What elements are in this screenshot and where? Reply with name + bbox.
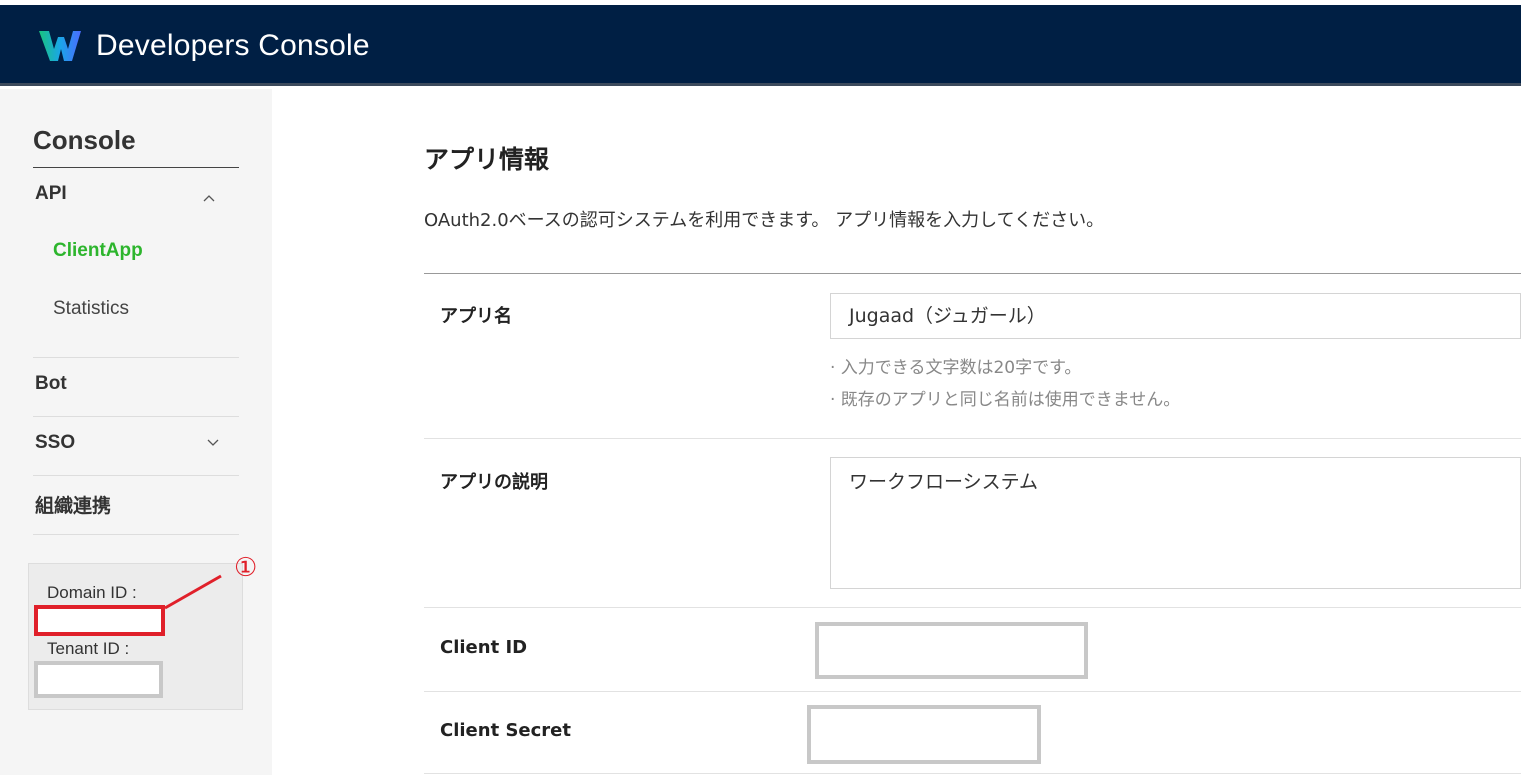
row-divider [424,438,1521,439]
w-logo-icon[interactable] [37,29,83,63]
sidebar-title-divider [33,167,239,168]
row-divider [424,691,1521,692]
app-name-hint-length: · 入力できる文字数は20字です。 [830,358,1082,378]
row-divider [424,773,1521,774]
section-divider [424,273,1521,274]
domain-id-value-redacted [34,605,165,636]
sidebar-item-sso[interactable]: SSO [35,432,75,454]
row-divider [424,607,1521,608]
tenant-id-label: Tenant ID : [47,639,130,658]
app-description-textarea[interactable]: ワークフローシステム [830,457,1521,589]
sidebar-divider [33,357,239,358]
client-id-label: Client ID [440,637,528,658]
sidebar-item-org[interactable]: 組織連携 [35,491,111,518]
app-name-label: アプリ名 [440,306,512,327]
sidebar-divider [33,416,239,417]
sidebar-item-bot[interactable]: Bot [35,373,67,395]
client-secret-label: Client Secret [440,720,571,741]
ids-panel: Domain ID : Tenant ID : [28,563,243,710]
sidebar-divider [33,475,239,476]
app-title: Developers Console [96,29,370,62]
sidebar-item-api[interactable]: API [35,183,67,205]
sidebar-divider [33,534,239,535]
page-title: アプリ情報 [424,145,550,174]
app-name-input[interactable]: Jugaad（ジュガール） [830,293,1521,339]
domain-id-label: Domain ID : [47,583,137,602]
sidebar: Console API ClientApp Statistics Bot SSO… [0,89,272,775]
sidebar-item-clientapp[interactable]: ClientApp [53,240,143,262]
page-description: OAuth2.0ベースの認可システムを利用できます。 アプリ情報を入力してくださ… [424,210,1105,231]
client-secret-value-redacted [807,705,1041,764]
chevron-down-icon[interactable] [207,436,219,448]
client-id-value-redacted [815,622,1088,679]
tenant-id-value-redacted [34,661,163,698]
app-description-label: アプリの説明 [440,472,548,493]
app-name-hint-duplicate: · 既存のアプリと同じ名前は使用できません。 [830,390,1181,410]
app-header: Developers Console [0,5,1521,86]
sidebar-title: Console [33,125,136,155]
annotation-marker: ① [234,553,258,583]
sidebar-item-statistics[interactable]: Statistics [53,298,129,320]
chevron-up-icon[interactable] [203,193,215,205]
